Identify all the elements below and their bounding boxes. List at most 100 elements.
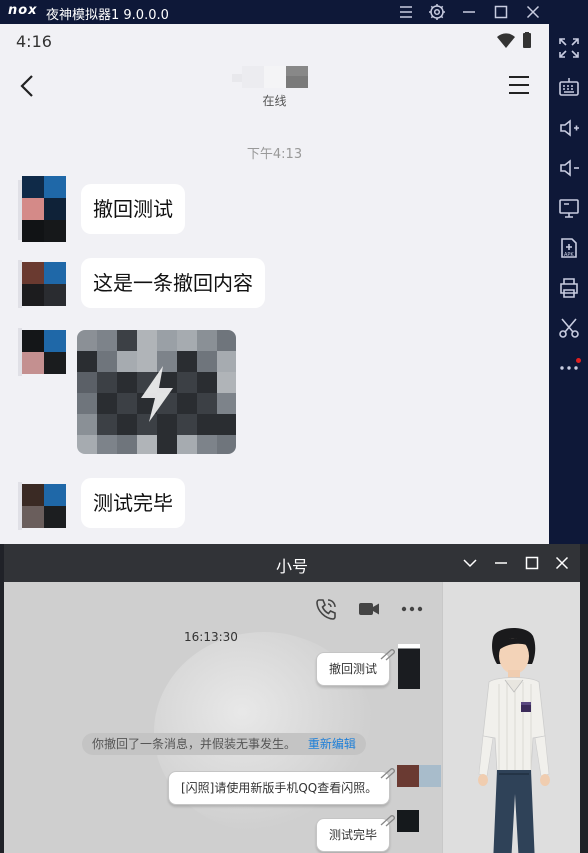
sent-message-bubble[interactable]: 撤回测试 [316,649,395,686]
qq-title-bar[interactable]: 小号 [4,544,580,582]
sent-message-bubble[interactable]: 测试完毕 [316,815,395,852]
chevron-down-icon[interactable] [460,553,480,573]
mosaic-cell [217,393,236,414]
menu-icon[interactable] [396,2,416,22]
mosaic-cell [77,435,97,454]
message-text: 撤回测试 [329,662,378,676]
volume-up-icon[interactable] [557,116,581,140]
mosaic-cell [177,435,197,454]
avatar[interactable] [398,644,420,689]
mosaic-cell [77,393,97,414]
nox-logo: nox [8,3,38,18]
contact-name-mosaic [232,66,312,94]
mosaic-cell [137,435,157,454]
print-icon[interactable] [557,276,581,300]
video-icon[interactable] [356,596,382,622]
lightning-icon [141,366,173,422]
qq-message-time: 16:13:30 [184,630,238,644]
mosaic-cell [157,435,177,454]
mosaic-cell [77,414,97,435]
mosaic-cell [77,372,97,393]
mosaic-cell [77,351,97,372]
hamburger-icon [509,76,529,94]
avatar[interactable] [22,262,66,308]
message-bubble[interactable]: 这是一条撤回内容 [81,258,265,308]
mosaic-cell [217,372,236,393]
mosaic-cell [117,435,137,454]
mosaic-cell [97,414,117,435]
sent-message-bubble[interactable]: [闪照]请使用新版手机QQ查看闪照。 [168,768,396,805]
apk-install-icon[interactable]: APK [557,236,581,260]
paperclip-icon [380,815,395,827]
recall-notice: 你撤回了一条消息，并假装无事发生。 重新编辑 [82,733,366,755]
scissors-icon[interactable] [557,316,581,340]
mosaic-cell [197,372,217,393]
emulator-sidebar: APK [549,24,588,544]
more-icon[interactable] [557,354,581,378]
minimize-icon[interactable] [459,2,479,22]
maximize-icon[interactable] [491,2,511,22]
close-icon[interactable] [523,2,543,22]
chat-menu-button[interactable] [507,74,531,96]
status-bar: 4:16 [0,24,549,58]
mosaic-cell [157,330,177,351]
mosaic-cell [77,330,97,351]
mosaic-cell [197,393,217,414]
mosaic-cell [97,351,117,372]
mosaic-cell [197,414,217,435]
settings-icon[interactable] [427,2,447,22]
mosaic-cell [197,435,217,454]
status-icons [495,32,535,54]
minimize-icon[interactable] [491,553,511,573]
status-time: 4:16 [16,32,52,51]
recall-notice-text: 你撤回了一条消息，并假装无事发生。 [92,737,297,751]
qq-show-panel [442,582,580,853]
mosaic-cell [97,330,117,351]
phone-screen: 4:16 在线 下午4:13 撤回测试 这是一条撤回内容 测试完毕 [0,24,549,544]
mosaic-cell [197,330,217,351]
keyboard-icon[interactable] [557,76,581,100]
qq-show-avatar-figure [478,627,550,853]
mosaic-cell [217,414,236,435]
wifi-icon [497,32,531,48]
flash-photo-message[interactable] [77,330,236,454]
mosaic-cell [217,435,236,454]
re-edit-link[interactable]: 重新编辑 [308,737,356,751]
maximize-icon[interactable] [522,553,542,573]
mosaic-cell [177,330,197,351]
mosaic-cell [97,393,117,414]
message-bubble[interactable]: 测试完毕 [81,478,185,528]
mosaic-cell [197,351,217,372]
message-text: [闪照]请使用新版手机QQ查看闪照。 [181,781,378,795]
mosaic-cell [117,330,137,351]
paperclip-icon [380,768,396,780]
mosaic-cell [97,435,117,454]
volume-down-icon[interactable] [557,156,581,180]
paperclip-icon [380,649,395,661]
chat-header: 在线 [0,64,549,108]
phone-icon[interactable] [313,596,339,622]
qq-desktop-window: 小号 16:13:30 撤回测试 你撤回了一条消息，并假装无事发生。 重新编辑 … [4,544,580,853]
chat-timestamp: 下午4:13 [246,147,303,162]
mosaic-cell [137,330,157,351]
message-text: 测试完毕 [329,828,378,842]
avatar[interactable] [22,330,66,376]
message-bubble[interactable]: 撤回测试 [81,184,185,234]
screen-icon[interactable] [557,196,581,220]
more-icon[interactable] [399,596,425,622]
avatar[interactable] [397,810,419,832]
mosaic-cell [97,372,117,393]
emulator-title-bar: nox 夜神模拟器1 9.0.0.0 [0,0,588,24]
notification-dot [576,358,581,363]
avatar[interactable] [22,176,66,242]
avatar[interactable] [397,765,441,787]
fullscreen-icon[interactable] [557,36,581,60]
avatar[interactable] [22,484,66,530]
contact-online-status: 在线 [262,94,287,108]
emulator-title: 夜神模拟器1 9.0.0.0 [46,8,169,23]
qq-chat-area: 16:13:30 撤回测试 你撤回了一条消息，并假装无事发生。 重新编辑 [闪照… [4,582,442,853]
close-icon[interactable] [552,553,572,573]
mosaic-cell [217,330,236,351]
svg-text:APK: APK [564,252,574,258]
mosaic-cell [217,351,236,372]
